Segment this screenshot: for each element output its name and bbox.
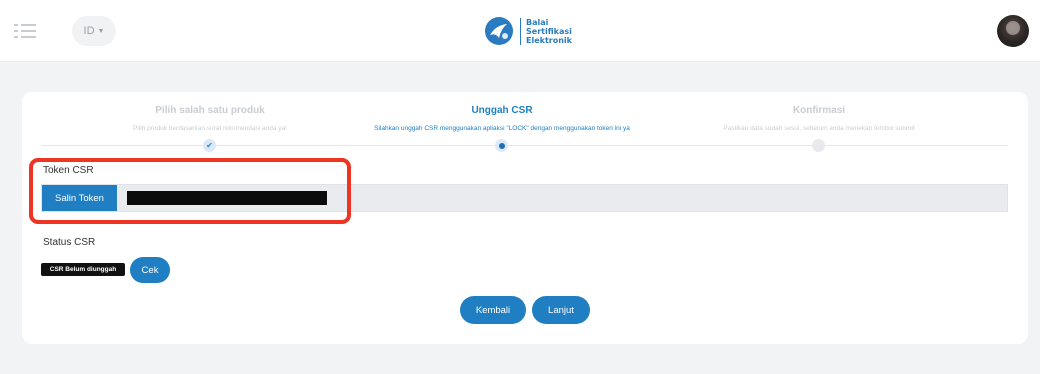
- language-label: ID: [83, 25, 95, 37]
- back-button[interactable]: Kembali: [460, 296, 526, 324]
- step-description: Pastikan data sudah sesui, sebelum anda …: [723, 125, 915, 132]
- step-title: Konfirmasi: [792, 105, 846, 116]
- step-title: Unggah CSR: [471, 105, 533, 116]
- step-description: Pilih produk berdasarkan surat rekomenda…: [133, 125, 287, 132]
- avatar[interactable]: [997, 15, 1029, 47]
- brand-line-3: Elektronik: [526, 35, 572, 45]
- menu-icon[interactable]: [14, 22, 36, 40]
- brand-logo[interactable]: Balai Sertifikasi Elektronik: [484, 11, 572, 51]
- step-konfirmasi: Konfirmasi Pastikan data sudah sesui, se…: [659, 104, 979, 134]
- token-input[interactable]: [127, 191, 327, 205]
- status-csr-label: Status CSR: [43, 237, 96, 248]
- check-icon: ✔: [203, 139, 216, 152]
- check-status-button[interactable]: Cek: [130, 257, 170, 283]
- step-unggah-csr: Unggah CSR Silahkan unggah CSR menggunak…: [342, 104, 662, 134]
- brand-line-2: Sertifikasi: [526, 26, 572, 36]
- stepper-track: [42, 145, 1008, 146]
- copy-token-button[interactable]: Salin Token: [42, 185, 117, 211]
- pending-step-dot: [812, 139, 825, 152]
- language-selector[interactable]: ID ▼: [72, 16, 116, 46]
- current-step-dot: [495, 139, 508, 152]
- bse-logo-icon: [485, 17, 513, 45]
- step-description: Silahkan unggah CSR menggunakan apliaksi…: [374, 125, 630, 132]
- step-pilih-produk: Pilih salah satu produk Pilih produk ber…: [50, 104, 370, 134]
- chevron-down-icon: ▼: [97, 27, 105, 35]
- next-button[interactable]: Lanjut: [532, 296, 590, 324]
- csr-upload-card: Pilih salah satu produk Pilih produk ber…: [22, 92, 1028, 344]
- token-field-group: Salin Token: [41, 184, 1008, 212]
- status-badge: CSR Belum diunggah: [41, 263, 125, 276]
- step-title: Pilih salah satu produk: [155, 105, 265, 116]
- top-navbar: ID ▼ Balai Sertifikasi Elektronik: [0, 0, 1040, 62]
- brand-name: Balai Sertifikasi Elektronik: [520, 17, 572, 45]
- brand-line-1: Balai: [526, 17, 549, 27]
- token-csr-label: Token CSR: [43, 165, 94, 176]
